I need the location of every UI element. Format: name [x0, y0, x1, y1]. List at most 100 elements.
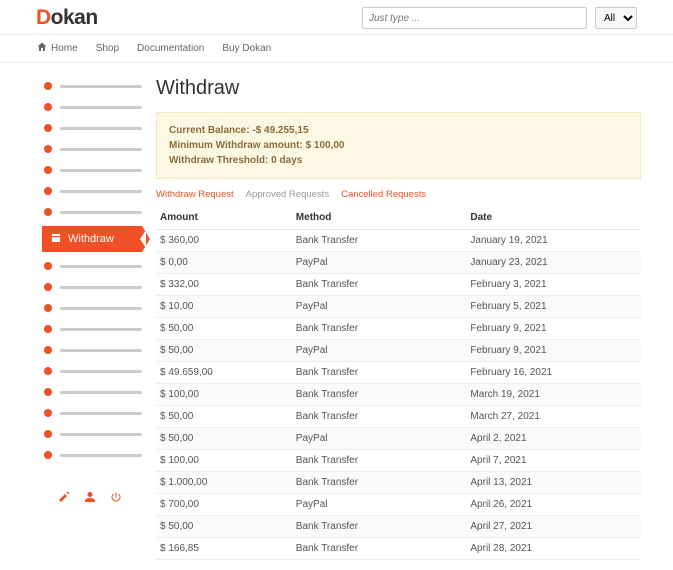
cell-date: February 9, 2021 [466, 318, 641, 340]
sidebar-dot-icon [44, 124, 52, 132]
sidebar: Withdraw [44, 77, 142, 560]
sidebar-dot-icon [44, 103, 52, 111]
sidebar-item[interactable] [44, 278, 142, 296]
nav-docs[interactable]: Documentation [137, 41, 204, 56]
sidebar-item[interactable] [44, 257, 142, 275]
nav-buy[interactable]: Buy Dokan [222, 41, 271, 56]
sidebar-item[interactable] [44, 119, 142, 137]
cell-method: PayPal [292, 252, 467, 274]
table-row: $ 10,00PayPalFebruary 5, 2021 [156, 296, 641, 318]
nav-home-label: Home [51, 43, 78, 54]
cell-method: PayPal [292, 340, 467, 362]
cell-amount: $ 49.659,00 [156, 362, 292, 384]
cell-amount: $ 100,00 [156, 450, 292, 472]
sidebar-item[interactable] [44, 320, 142, 338]
sidebar-item[interactable] [44, 77, 142, 95]
sidebar-placeholder [60, 328, 142, 331]
cell-method: Bank Transfer [292, 406, 467, 428]
cell-date: April 26, 2021 [466, 494, 641, 516]
table-row: $ 700,00PayPalApril 26, 2021 [156, 494, 641, 516]
sidebar-item-withdraw[interactable]: Withdraw [42, 226, 142, 252]
sidebar-dot-icon [44, 145, 52, 153]
tab-withdraw-request[interactable]: Withdraw Request [156, 189, 234, 200]
table-row: $ 50,00PayPalFebruary 9, 2021 [156, 340, 641, 362]
table-row: $ 50,00PayPalApril 2, 2021 [156, 428, 641, 450]
sidebar-item[interactable] [44, 140, 142, 158]
cell-amount: $ 10,00 [156, 296, 292, 318]
user-icon[interactable] [84, 491, 96, 506]
sidebar-placeholder [60, 349, 142, 352]
sidebar-placeholder [60, 307, 142, 310]
col-date: Date [466, 206, 641, 230]
tab-cancelled-requests[interactable]: Cancelled Requests [341, 189, 426, 200]
filter-select[interactable]: All [595, 7, 637, 29]
cell-amount: $ 700,00 [156, 494, 292, 516]
sidebar-dot-icon [44, 262, 52, 270]
sidebar-item[interactable] [44, 161, 142, 179]
sidebar-dot-icon [44, 367, 52, 375]
edit-icon[interactable] [58, 491, 70, 506]
sidebar-placeholder [60, 211, 142, 214]
cell-amount: $ 0,00 [156, 252, 292, 274]
cell-date: February 5, 2021 [466, 296, 641, 318]
sidebar-placeholder [60, 106, 142, 109]
sidebar-placeholder [60, 286, 142, 289]
brand-logo[interactable]: Dokan [36, 6, 98, 30]
table-row: $ 100,00Bank TransferApril 7, 2021 [156, 450, 641, 472]
sidebar-dot-icon [44, 283, 52, 291]
cell-amount: $ 332,00 [156, 274, 292, 296]
withdraw-tabs: Withdraw Request Approved Requests Cance… [156, 189, 641, 200]
sidebar-placeholder [60, 370, 142, 373]
sidebar-item[interactable] [44, 404, 142, 422]
sidebar-item[interactable] [44, 182, 142, 200]
notice-balance: Current Balance: -$ 49.255,15 [169, 123, 628, 138]
nav-home[interactable]: Home [36, 41, 78, 56]
cell-date: January 23, 2021 [466, 252, 641, 274]
main-nav: Home Shop Documentation Buy Dokan [0, 35, 673, 63]
cell-method: PayPal [292, 296, 467, 318]
sidebar-dot-icon [44, 187, 52, 195]
cell-date: January 19, 2021 [466, 230, 641, 252]
cell-method: Bank Transfer [292, 318, 467, 340]
cell-method: PayPal [292, 428, 467, 450]
sidebar-item[interactable] [44, 446, 142, 464]
cell-method: Bank Transfer [292, 274, 467, 296]
notice-minimum: Minimum Withdraw amount: $ 100,00 [169, 138, 628, 153]
withdraw-table: Amount Method Date $ 360,00Bank Transfer… [156, 206, 641, 560]
home-icon [36, 41, 48, 56]
layout: Withdraw Withdraw Current Balance: -$ 49… [0, 63, 673, 570]
sidebar-item[interactable] [44, 362, 142, 380]
sidebar-item[interactable] [44, 383, 142, 401]
sidebar-item[interactable] [44, 299, 142, 317]
cell-method: Bank Transfer [292, 384, 467, 406]
cell-method: Bank Transfer [292, 516, 467, 538]
cell-date: April 28, 2021 [466, 538, 641, 560]
sidebar-item[interactable] [44, 203, 142, 221]
sidebar-dot-icon [44, 388, 52, 396]
cell-date: February 9, 2021 [466, 340, 641, 362]
cell-amount: $ 50,00 [156, 406, 292, 428]
sidebar-item[interactable] [44, 425, 142, 443]
table-row: $ 332,00Bank TransferFebruary 3, 2021 [156, 274, 641, 296]
nav-shop[interactable]: Shop [96, 41, 119, 56]
power-icon[interactable] [110, 491, 122, 506]
table-row: $ 50,00Bank TransferMarch 27, 2021 [156, 406, 641, 428]
sidebar-placeholder [60, 85, 142, 88]
tab-approved-requests[interactable]: Approved Requests [246, 189, 329, 200]
sidebar-item[interactable] [44, 341, 142, 359]
search-input[interactable] [362, 7, 587, 29]
sidebar-placeholder [60, 148, 142, 151]
sidebar-dot-icon [44, 430, 52, 438]
table-row: $ 100,00Bank TransferMarch 19, 2021 [156, 384, 641, 406]
cell-method: Bank Transfer [292, 472, 467, 494]
nav-docs-label: Documentation [137, 43, 204, 54]
sidebar-bottom-actions [44, 467, 142, 506]
cell-amount: $ 100,00 [156, 384, 292, 406]
withdraw-icon [50, 232, 62, 247]
cell-amount: $ 360,00 [156, 230, 292, 252]
sidebar-active-label: Withdraw [68, 233, 114, 245]
cell-amount: $ 50,00 [156, 318, 292, 340]
brand-rest: okan [51, 6, 98, 29]
sidebar-dot-icon [44, 166, 52, 174]
sidebar-item[interactable] [44, 98, 142, 116]
